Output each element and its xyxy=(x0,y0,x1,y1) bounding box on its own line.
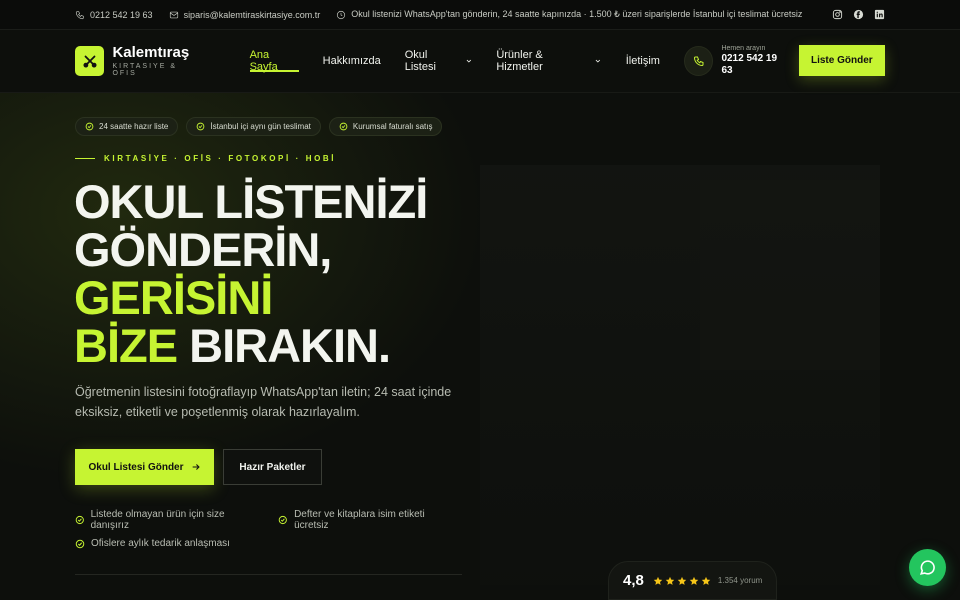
hero-badges: 24 saatte hazır liste İstanbul içi aynı … xyxy=(75,117,443,136)
nav-right: Hemen arayın 0212 542 19 63 Liste Gönder xyxy=(683,45,885,77)
call-label: Hemen arayın xyxy=(721,44,766,52)
topbar-notice: Okul listenizi WhatsApp'tan gönderin, 24… xyxy=(336,9,802,20)
hero-buttons: Okul Listesi Gönder Hazır Paketler xyxy=(75,449,322,485)
hero-divider xyxy=(75,574,462,575)
star-icon xyxy=(701,576,711,585)
headline-rest: BIRAKIN. xyxy=(177,319,391,372)
phone-icon xyxy=(693,56,704,66)
rating-reviews: 1.354 yorum xyxy=(717,576,763,585)
star-icon xyxy=(689,576,699,585)
nav-item-about[interactable]: Hakkımızda xyxy=(323,50,381,72)
send-school-list-label: Okul Listesi Gönder xyxy=(88,461,184,473)
hero-subtext: Öğretmenin listesini fotoğraflayıp Whats… xyxy=(75,385,452,419)
hero-image-overlay xyxy=(700,180,880,370)
hero-badge-label: 24 saatte hazır liste xyxy=(99,122,169,131)
topbar-phone[interactable]: 0212 542 19 63 xyxy=(75,10,153,20)
brand-tagline: KIRTASIYE & OFIS xyxy=(112,63,177,77)
nav-item-label: Ana Sayfa xyxy=(249,49,278,73)
nav-item-school-list[interactable]: Okul Listesi xyxy=(404,49,473,73)
mail-icon xyxy=(169,11,178,18)
rating-score: 4,8 xyxy=(623,572,644,589)
topbar-email-text: siparis@kalemtiraskirtasiye.com.tr xyxy=(183,9,321,20)
hero-badge-label: Kurumsal faturalı satış xyxy=(352,122,433,131)
hero-badge: 24 saatte hazır liste xyxy=(75,117,179,136)
star-icon xyxy=(653,576,663,585)
top-bar: 0212 542 19 63 siparis@kalemtiraskirtasi… xyxy=(0,0,960,30)
nav-menu: Ana Sayfa Hakkımızda Okul Listesi Ürünle… xyxy=(249,49,684,73)
star-icon xyxy=(677,576,687,585)
hero-badge-label: İstanbul içi aynı gün teslimat xyxy=(210,122,311,131)
nav-item-label: Hakkımızda xyxy=(322,55,381,67)
send-school-list-button[interactable]: Okul Listesi Gönder xyxy=(75,449,214,485)
nav-item-products[interactable]: Ürünler & Hizmetler xyxy=(496,49,601,73)
logo[interactable]: Kalemtıraş KIRTASIYE & OFIS xyxy=(75,45,204,77)
topbar-email[interactable]: siparis@kalemtiraskirtasiye.com.tr xyxy=(169,9,321,20)
check-circle-icon xyxy=(279,515,288,525)
call-number: 0212 542 19 63 xyxy=(721,53,778,77)
eyebrow-line xyxy=(75,158,95,159)
check-circle-icon xyxy=(85,122,94,131)
check-item: Defter ve kitaplara isim etiketi ücretsi… xyxy=(278,509,455,531)
whatsapp-chat-button[interactable] xyxy=(909,549,946,586)
nav-item-label: Okul Listesi xyxy=(404,49,436,73)
logo-mark-icon xyxy=(75,46,105,76)
check-circle-icon xyxy=(75,515,84,525)
send-list-button[interactable]: Liste Gönder xyxy=(798,45,885,77)
check-circle-icon xyxy=(197,122,205,131)
headline-line-4: BİZE BIRAKIN. xyxy=(74,322,427,370)
phone-call-button[interactable] xyxy=(683,45,714,76)
headline-line-2: GÖNDERİN, xyxy=(74,223,332,276)
hero-headline: OKUL LİSTENİZİ GÖNDERİN, GERİSİNİ BİZE B… xyxy=(74,175,428,370)
nav-item-label: Ürünler & Hizmetler xyxy=(496,49,543,73)
main-nav: Kalemtıraş KIRTASIYE & OFIS Ana Sayfa Ha… xyxy=(0,30,960,93)
hero-badge: İstanbul içi aynı gün teslimat xyxy=(186,117,321,136)
check-circle-icon xyxy=(339,122,348,131)
hero-checklist: Listede olmayan ürün için size danışırız… xyxy=(75,509,475,556)
chat-bubble-icon xyxy=(919,560,935,575)
star-icon xyxy=(665,576,675,585)
nav-item-contact[interactable]: İletişim xyxy=(626,50,660,72)
clock-icon xyxy=(337,10,346,19)
instagram-icon[interactable] xyxy=(832,9,843,20)
eyebrow-text: KIRTASİYE · OFİS · FOTOKOPİ · HOBİ xyxy=(104,154,337,163)
phone-icon xyxy=(75,10,84,19)
headline-line-3: GERİSİNİ xyxy=(74,271,273,324)
check-item-label: Ofislere aylık tedarik anlaşması xyxy=(91,538,230,549)
headline-highlight: BİZE xyxy=(74,319,178,372)
linkedin-icon[interactable] xyxy=(874,9,885,20)
check-item: Ofislere aylık tedarik anlaşması xyxy=(75,538,230,549)
rating-stars xyxy=(653,576,711,586)
social-links xyxy=(832,9,885,20)
check-item-label: Listede olmayan ürün için size danışırız xyxy=(90,509,225,531)
rating-card: 4,8 1.354 yorum xyxy=(608,561,777,600)
check-item-label: Defter ve kitaplara isim etiketi ücretsi… xyxy=(294,509,425,531)
call-info[interactable]: Hemen arayın 0212 542 19 63 xyxy=(721,45,789,77)
check-item: Listede olmayan ürün için size danışırız xyxy=(75,509,258,531)
topbar-notice-text: Okul listenizi WhatsApp'tan gönderin, 24… xyxy=(351,9,803,19)
brand-name: Kalemtıraş xyxy=(112,44,190,61)
ready-packages-button[interactable]: Hazır Paketler xyxy=(223,449,322,485)
hero-eyebrow: KIRTASİYE · OFİS · FOTOKOPİ · HOBİ xyxy=(75,154,336,163)
hero-badge: Kurumsal faturalı satış xyxy=(328,117,443,136)
facebook-icon[interactable] xyxy=(853,9,864,20)
topbar-phone-text: 0212 542 19 63 xyxy=(90,9,153,20)
chevron-down-icon xyxy=(595,59,601,63)
check-circle-icon xyxy=(75,539,85,548)
chevron-down-icon xyxy=(466,59,471,63)
headline-line-1: OKUL LİSTENİZİ xyxy=(74,175,428,228)
nav-item-home[interactable]: Ana Sayfa xyxy=(249,49,299,73)
nav-item-label: İletişim xyxy=(625,55,660,67)
arrow-right-icon xyxy=(192,464,200,470)
